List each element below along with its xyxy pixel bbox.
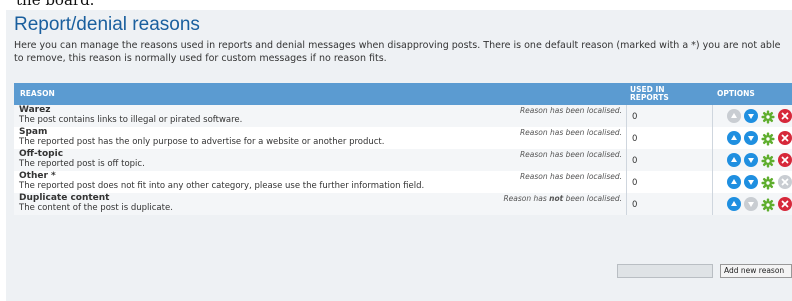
- delete-icon[interactable]: [778, 153, 792, 167]
- row-options: [727, 197, 792, 212]
- column-divider: [626, 127, 627, 149]
- delete-icon[interactable]: [778, 197, 792, 211]
- column-divider: [712, 171, 713, 193]
- delete-disabled-icon: [778, 175, 792, 189]
- edit-gear-icon[interactable]: [761, 175, 775, 190]
- table-row: Other * The reported post does not fit in…: [14, 171, 792, 193]
- move-up-icon[interactable]: [727, 131, 741, 145]
- header-reason: REASON: [20, 89, 55, 98]
- reason-description: The reported post does not fit into any …: [19, 181, 425, 191]
- delete-icon[interactable]: [778, 109, 792, 123]
- column-divider: [626, 105, 627, 127]
- move-up-icon[interactable]: [727, 175, 741, 189]
- used-in-reports-count: 0: [632, 178, 638, 188]
- reason-description: The reported post is off topic.: [19, 159, 145, 169]
- table-header: REASON USED IN REPORTS OPTIONS: [14, 83, 792, 105]
- edit-gear-icon[interactable]: [761, 109, 775, 124]
- table-row: Warez The post contains links to illegal …: [14, 105, 792, 127]
- reason-title: Duplicate content: [19, 193, 110, 203]
- reason-description: The reported post has the only purpose t…: [19, 137, 385, 147]
- reason-title: Off-topic: [19, 149, 64, 159]
- reason-title: Other *: [19, 171, 56, 181]
- reason-title: Spam: [19, 127, 48, 137]
- row-options: [727, 175, 792, 190]
- column-divider: [626, 149, 627, 171]
- column-divider: [626, 193, 627, 215]
- localisation-status: Reason has been localised.: [519, 172, 622, 181]
- table-row: Duplicate content The content of the post…: [14, 193, 792, 215]
- edit-gear-icon[interactable]: [761, 131, 775, 146]
- column-divider: [712, 127, 713, 149]
- top-fragment: the board.: [16, 0, 95, 9]
- localisation-status: Reason has been localised.: [519, 106, 622, 115]
- table-row: Spam The reported post has the only purpo…: [14, 127, 792, 149]
- move-up-icon[interactable]: [727, 197, 741, 211]
- move-down-disabled-icon: [744, 197, 758, 211]
- localisation-status: Reason has not been localised.: [503, 194, 622, 203]
- localisation-status: Reason has been localised.: [519, 128, 622, 137]
- header-options: OPTIONS: [717, 89, 755, 98]
- reason-description: The content of the post is duplicate.: [19, 203, 173, 213]
- row-options: [727, 109, 792, 124]
- used-in-reports-count: 0: [632, 156, 638, 166]
- reason-title: Warez: [19, 105, 51, 115]
- add-new-reason-button[interactable]: Add new reason: [720, 264, 792, 278]
- new-reason-input[interactable]: [617, 264, 713, 278]
- move-down-icon[interactable]: [744, 131, 758, 145]
- column-divider: [712, 105, 713, 127]
- column-divider: [712, 149, 713, 171]
- edit-gear-icon[interactable]: [761, 197, 775, 212]
- move-down-icon[interactable]: [744, 175, 758, 189]
- used-in-reports-count: 0: [632, 200, 638, 210]
- used-in-reports-count: 0: [632, 134, 638, 144]
- move-up-disabled-icon: [727, 109, 741, 123]
- localisation-status: Reason has been localised.: [519, 150, 622, 159]
- row-options: [727, 153, 792, 168]
- used-in-reports-count: 0: [632, 112, 638, 122]
- edit-gear-icon[interactable]: [761, 153, 775, 168]
- page-title: Report/denial reasons: [14, 14, 200, 35]
- column-divider: [626, 171, 627, 193]
- header-used-in-reports: USED IN REPORTS: [630, 85, 669, 102]
- move-down-icon[interactable]: [744, 109, 758, 123]
- move-down-icon[interactable]: [744, 153, 758, 167]
- move-up-icon[interactable]: [727, 153, 741, 167]
- column-divider: [712, 193, 713, 215]
- table-row: Off-topic The reported post is off topic.…: [14, 149, 792, 171]
- row-options: [727, 131, 792, 146]
- page-description: Here you can manage the reasons used in …: [14, 40, 781, 64]
- reason-description: The post contains links to illegal or pi…: [19, 115, 243, 125]
- delete-icon[interactable]: [778, 131, 792, 145]
